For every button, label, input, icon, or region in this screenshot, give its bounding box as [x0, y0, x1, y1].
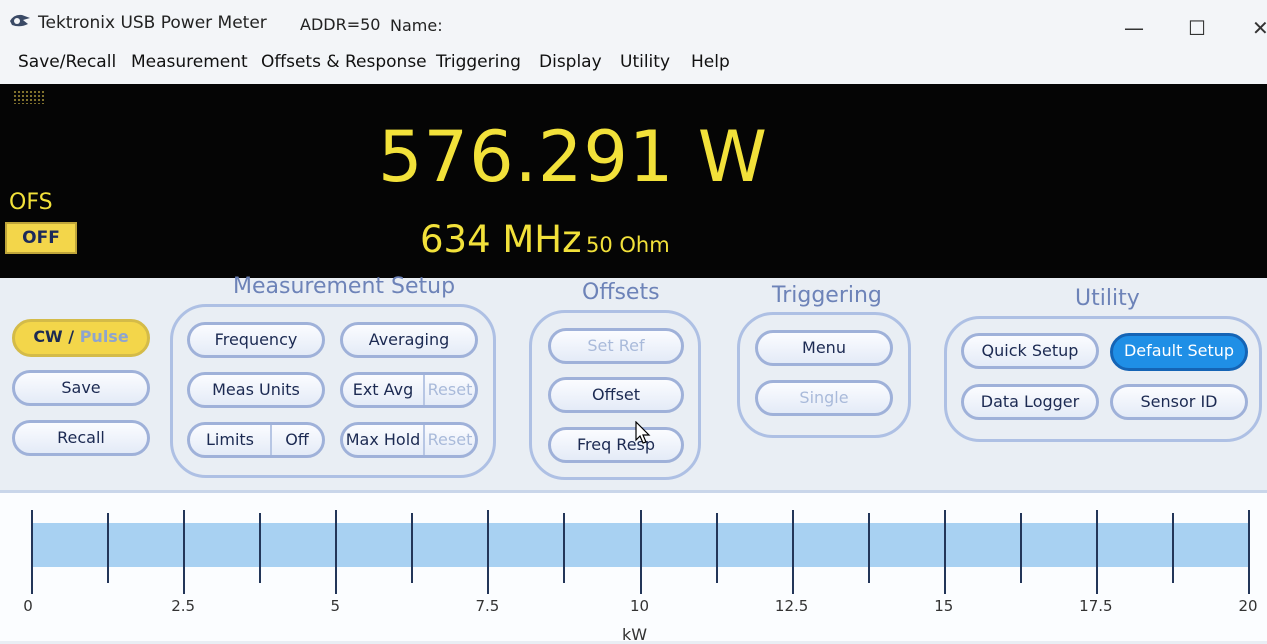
- major-tick: [335, 510, 338, 594]
- tick-label: 10: [629, 597, 650, 615]
- triggering-title: Triggering: [772, 283, 882, 308]
- set-ref-button[interactable]: Set Ref: [548, 328, 684, 364]
- tick-label: 2.5: [171, 597, 196, 615]
- major-tick: [791, 510, 794, 594]
- major-tick: [943, 510, 946, 594]
- tektronix-logo-icon: [10, 14, 30, 27]
- ext-avg-split-button: Ext Avg Reset: [340, 372, 478, 408]
- limits-button[interactable]: Limits: [190, 425, 270, 455]
- minor-tick: [1171, 513, 1174, 583]
- major-tick: [31, 510, 33, 594]
- mode-separator: /: [68, 327, 75, 346]
- menu-utility[interactable]: Utility: [620, 52, 670, 72]
- menu-offsets-response[interactable]: Offsets & Response: [261, 52, 427, 72]
- save-button[interactable]: Save: [12, 370, 150, 406]
- offset-button[interactable]: Offset: [548, 377, 684, 413]
- grip-icon: [13, 90, 45, 104]
- tick-label: 5: [330, 597, 341, 615]
- minor-tick: [411, 513, 414, 583]
- tick-label: 20: [1238, 597, 1258, 615]
- impedance-readout: 50 Ohm: [586, 233, 670, 257]
- minor-tick: [867, 513, 870, 583]
- maximize-button[interactable]: ☐: [1188, 16, 1206, 40]
- recall-button[interactable]: Recall: [12, 420, 150, 456]
- ext-avg-reset-button[interactable]: Reset: [425, 375, 475, 405]
- bar-graph-unit: kW: [622, 625, 648, 644]
- measurement-display: 576.291 W 634 MHz 50 Ohm OFS OFF: [0, 84, 1267, 278]
- menu-save-recall[interactable]: Save/Recall: [18, 52, 116, 72]
- minor-tick: [107, 513, 110, 583]
- minor-tick: [715, 513, 718, 583]
- minimize-button[interactable]: —: [1124, 16, 1144, 40]
- mouse-cursor-icon: [635, 421, 651, 444]
- data-logger-button[interactable]: Data Logger: [961, 384, 1099, 420]
- menu-triggering[interactable]: Triggering: [436, 52, 521, 72]
- minor-tick: [259, 513, 262, 583]
- minor-tick: [1019, 513, 1022, 583]
- tick-label: 0: [23, 597, 33, 615]
- cw-pulse-toggle-button[interactable]: CW / Pulse: [12, 319, 150, 357]
- tick-label: 17.5: [1079, 597, 1113, 615]
- default-setup-button[interactable]: Default Setup: [1110, 333, 1248, 371]
- limits-value-button[interactable]: Off: [272, 425, 322, 455]
- control-panel: CW / Pulse Save Recall Measurement Setup…: [0, 274, 1267, 490]
- title-bar: Tektronix USB Power Meter ADDR=50 Name: …: [0, 0, 1267, 46]
- max-hold-split-button: Max Hold Reset: [340, 422, 478, 458]
- major-tick: [639, 510, 642, 594]
- limits-split-button: Limits Off: [187, 422, 325, 458]
- mode-cw-label: CW: [33, 327, 63, 346]
- frequency-readout: 634 MHz: [420, 218, 582, 261]
- mode-pulse-label: Pulse: [79, 327, 129, 346]
- address-label: ADDR=50: [300, 15, 381, 34]
- freq-resp-button[interactable]: Freq Resp: [548, 427, 684, 463]
- menu-display[interactable]: Display: [539, 52, 602, 72]
- utility-title: Utility: [1075, 286, 1140, 311]
- name-label: Name:: [390, 16, 443, 35]
- frequency-button[interactable]: Frequency: [187, 322, 325, 358]
- sensor-id-button[interactable]: Sensor ID: [1110, 384, 1248, 420]
- ofs-label: OFS: [9, 190, 53, 215]
- measurement-setup-title: Measurement Setup: [233, 274, 456, 299]
- power-bar-graph: 0 2.5 5 7.5 10 12.5 15 17.5 20 kW: [0, 490, 1267, 644]
- offsets-title: Offsets: [582, 280, 660, 305]
- close-button[interactable]: ✕: [1252, 16, 1267, 40]
- tick-label: 7.5: [475, 597, 500, 615]
- major-tick: [183, 510, 186, 594]
- tick-label: 15: [934, 597, 954, 615]
- single-button[interactable]: Single: [755, 380, 893, 416]
- power-reading: 576.291 W: [378, 116, 768, 198]
- major-tick: [1095, 510, 1098, 594]
- menu-measurement[interactable]: Measurement: [131, 52, 248, 72]
- app-title: Tektronix USB Power Meter: [38, 13, 267, 33]
- trigger-menu-button[interactable]: Menu: [755, 330, 893, 366]
- quick-setup-button[interactable]: Quick Setup: [961, 333, 1099, 369]
- meas-units-button[interactable]: Meas Units: [187, 372, 325, 408]
- ext-avg-button[interactable]: Ext Avg: [343, 375, 423, 405]
- menu-bar: Save/Recall Measurement Offsets & Respon…: [0, 46, 1267, 84]
- ofs-toggle-button[interactable]: OFF: [5, 222, 77, 254]
- max-hold-button[interactable]: Max Hold: [343, 425, 423, 455]
- max-hold-reset-button[interactable]: Reset: [425, 425, 475, 455]
- minor-tick: [563, 513, 566, 583]
- major-tick: [1248, 510, 1250, 594]
- tick-label: 12.5: [774, 597, 809, 615]
- major-tick: [487, 510, 490, 594]
- averaging-button[interactable]: Averaging: [340, 322, 478, 358]
- menu-help[interactable]: Help: [691, 52, 730, 72]
